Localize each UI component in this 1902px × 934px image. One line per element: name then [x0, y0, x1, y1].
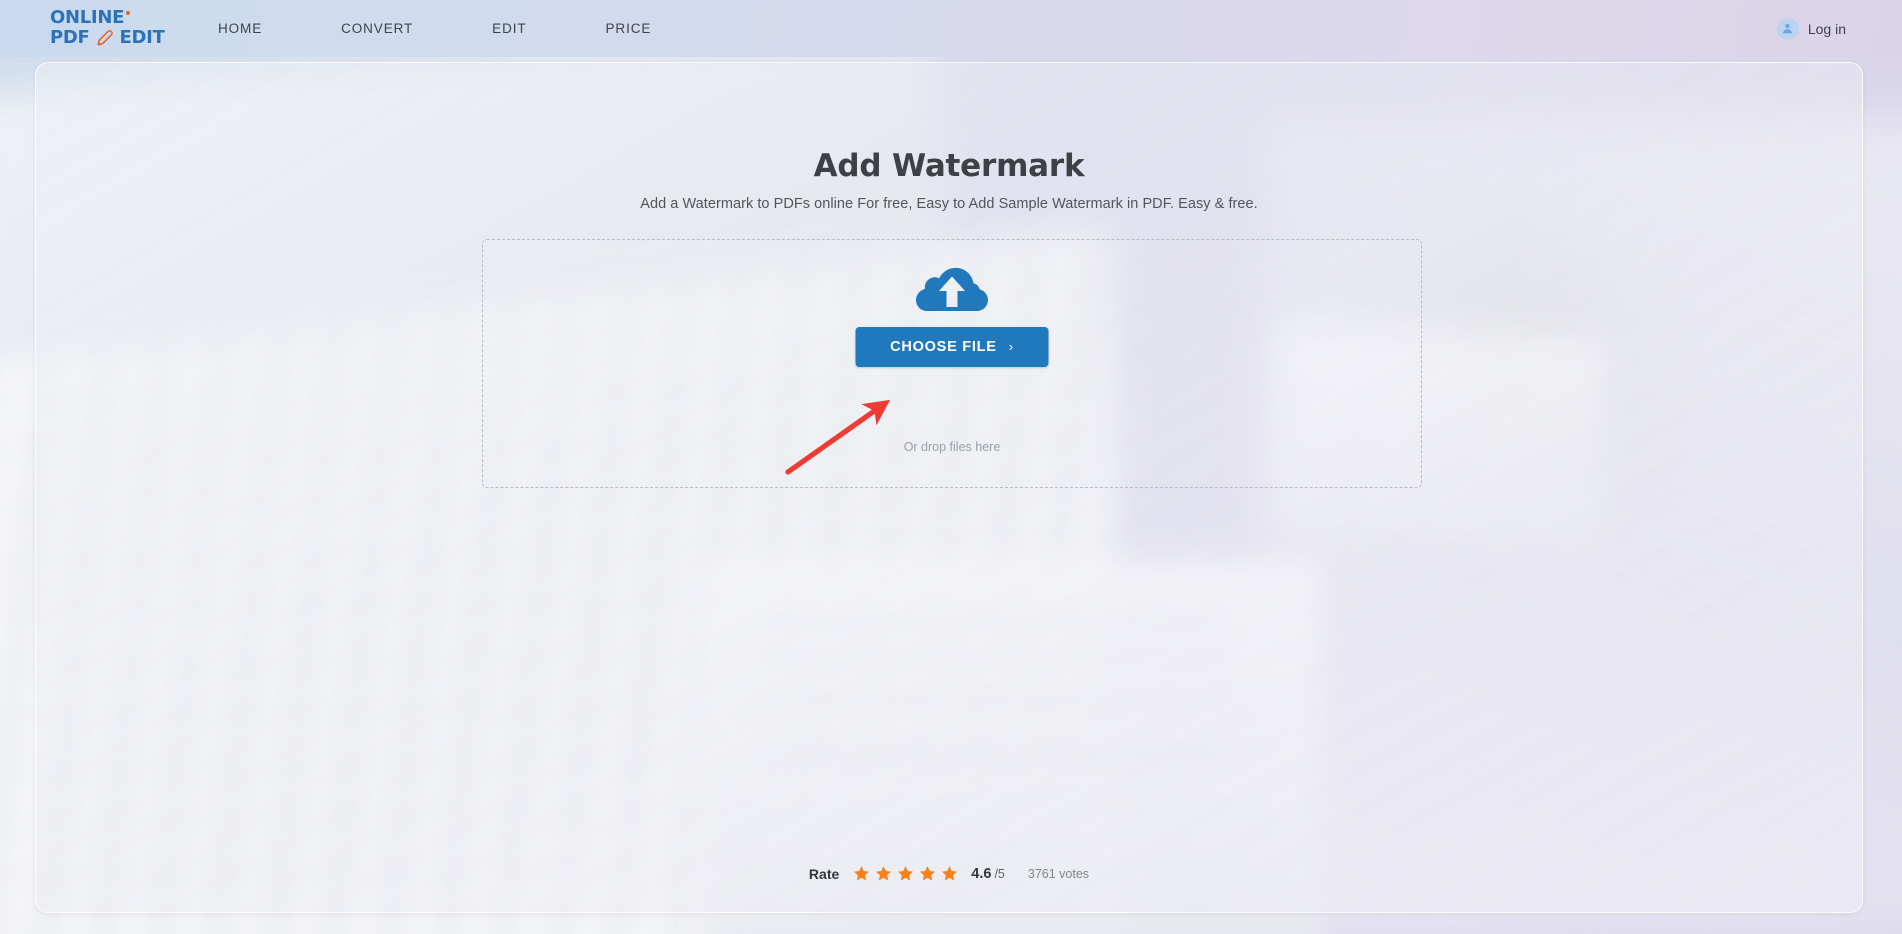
star-icon[interactable]	[897, 865, 914, 882]
page-subtitle: Add a Watermark to PDFs online For free,…	[36, 196, 1862, 212]
star-icon[interactable]	[941, 865, 958, 882]
page-title: Add Watermark	[36, 148, 1862, 184]
logo-line-pdfedit: PDF EDIT	[50, 28, 158, 48]
pencil-icon	[95, 28, 115, 48]
rating-bar: Rate 4.6 /5 3761 votes	[36, 865, 1862, 882]
cloud-upload-icon	[916, 262, 988, 316]
star-icon[interactable]	[919, 865, 936, 882]
user-avatar-icon	[1777, 18, 1799, 40]
rating-max: /5	[994, 867, 1004, 881]
nav-item-home[interactable]: HOME	[218, 15, 262, 42]
main-content-card: Add Watermark Add a Watermark to PDFs on…	[35, 62, 1863, 913]
nav-item-edit[interactable]: EDIT	[492, 15, 526, 42]
site-header: ONLINE PDF EDIT HOME CONVERT EDIT PRICE …	[0, 0, 1902, 57]
logo-dot-icon	[126, 11, 130, 15]
login-label: Log in	[1808, 21, 1846, 37]
main-navigation: HOME CONVERT EDIT PRICE	[218, 15, 651, 42]
rating-score: 4.6	[971, 866, 991, 882]
site-logo[interactable]: ONLINE PDF EDIT	[50, 7, 158, 51]
drop-files-hint: Or drop files here	[483, 440, 1421, 454]
nav-item-convert[interactable]: CONVERT	[341, 15, 413, 42]
star-icon[interactable]	[875, 865, 892, 882]
choose-file-label: CHOOSE FILE	[890, 339, 997, 355]
login-button[interactable]: Log in	[1777, 18, 1846, 40]
logo-text-pdf: PDF	[50, 29, 90, 47]
logo-text-edit: EDIT	[120, 29, 165, 47]
rate-label: Rate	[809, 866, 839, 882]
choose-file-button[interactable]: CHOOSE FILE ›	[856, 327, 1049, 367]
file-dropzone[interactable]: CHOOSE FILE › Or drop files here	[482, 239, 1422, 488]
nav-item-price[interactable]: PRICE	[606, 15, 652, 42]
logo-text-online: ONLINE	[50, 9, 124, 27]
logo-line-online: ONLINE	[50, 9, 158, 27]
rating-votes: 3761 votes	[1028, 867, 1089, 881]
star-icon[interactable]	[853, 865, 870, 882]
star-rating[interactable]	[853, 865, 958, 882]
chevron-right-icon: ›	[1009, 339, 1014, 354]
